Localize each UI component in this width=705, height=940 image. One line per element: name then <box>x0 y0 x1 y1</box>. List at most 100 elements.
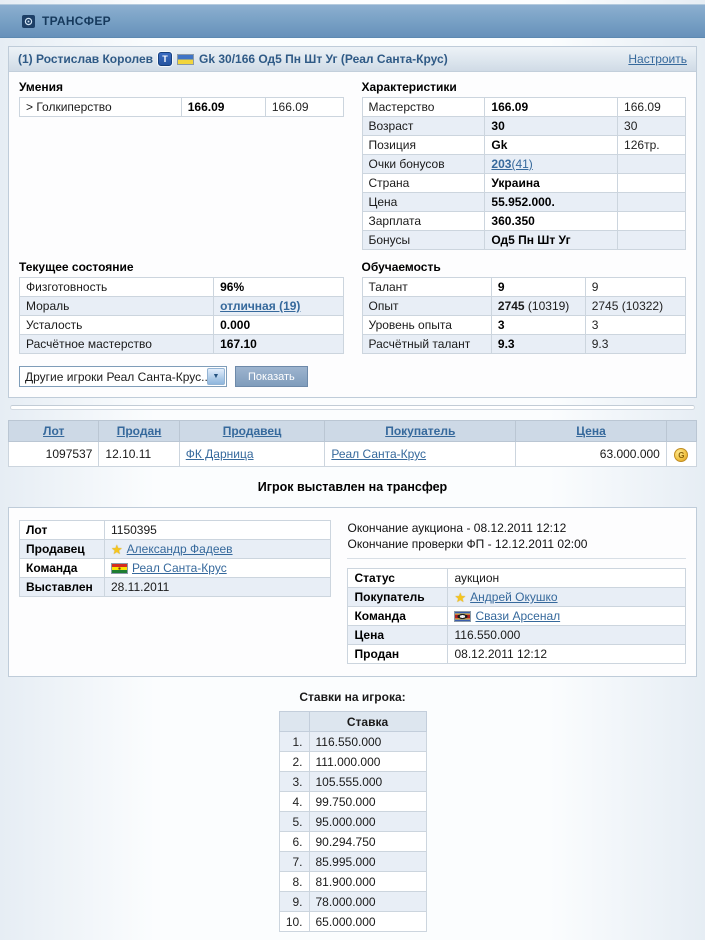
gold-coin-icon: G <box>674 448 688 462</box>
auction-sold-date: 08.12.2011 12:12 <box>448 645 686 664</box>
morale-link[interactable]: отличная (19) <box>220 299 300 313</box>
sort-buyer-link[interactable]: Покупатель <box>385 424 455 438</box>
cell-value2 <box>618 212 686 231</box>
auction-separator <box>347 558 686 559</box>
cell-value: 9.3 <box>491 335 585 354</box>
buyer-cell: ★Андрей Окушко <box>448 588 686 607</box>
cell-label: Талант <box>362 278 491 297</box>
buyer-team-link[interactable]: Свази Арсенал <box>475 609 560 623</box>
table-row: Физготовность 96% <box>20 278 344 297</box>
cell-value: 166.09 <box>485 98 618 117</box>
skills-table: > Голкиперство 166.09 166.09 <box>19 97 344 117</box>
current-state-title: Текущее состояние <box>19 260 344 274</box>
experience-cell: 2745 (10319) <box>491 297 585 316</box>
cell-label: Продавец <box>20 540 105 559</box>
cell-label: Опыт <box>362 297 491 316</box>
sort-sold-link[interactable]: Продан <box>117 424 162 438</box>
show-button[interactable]: Показать <box>235 366 308 387</box>
skills-title: Умения <box>19 80 344 94</box>
sort-price-link[interactable]: Цена <box>576 424 606 438</box>
table-row: Статус аукцион <box>348 569 686 588</box>
cell-label: Бонусы <box>362 231 485 250</box>
transfer-history-table: Лот Продан Продавец Покупатель Цена 1097… <box>8 420 697 467</box>
morale-cell: отличная (19) <box>214 297 343 316</box>
cell-value2: 30 <box>618 117 686 136</box>
cell-label: Уровень опыта <box>362 316 491 335</box>
auction-table: Статус аукцион Покупатель ★Андрей Окушко… <box>347 568 686 664</box>
bid-value: 78.000.000 <box>309 892 426 912</box>
cell-value2: 9.3 <box>585 335 685 354</box>
configure-link[interactable]: Настроить <box>628 52 687 66</box>
bid-rank: 3. <box>279 772 309 792</box>
bid-rank: 1. <box>279 732 309 752</box>
transfer-badge-icon: T <box>158 52 172 66</box>
other-players-row: Другие игроки Реал Санта-Крус... ▼ Показ… <box>19 366 686 387</box>
bid-rank: 4. <box>279 792 309 812</box>
bid-row: 7.85.995.000 <box>279 852 426 872</box>
ukraine-flag-icon <box>177 54 194 65</box>
seller-link[interactable]: ФК Дарница <box>186 447 254 461</box>
fp-check-line: Окончание проверки ФП - 12.12.2011 02:00 <box>347 536 686 552</box>
player-header-bar: (1) Ростислав Королев T Gk 30/166 Од5 Пн… <box>9 47 696 72</box>
cell-value2 <box>618 174 686 193</box>
cell-value: 96% <box>214 278 343 297</box>
table-row: Цена 116.550.000 <box>348 626 686 645</box>
cell-label: Команда <box>348 607 448 626</box>
chevron-down-icon[interactable]: ▼ <box>207 368 225 385</box>
bid-value: 111.000.000 <box>309 752 426 772</box>
sort-lot-link[interactable]: Лот <box>43 424 64 438</box>
table-row: Мораль отличная (19) <box>20 297 344 316</box>
cell-label: Возраст <box>362 117 485 136</box>
seller-manager-link[interactable]: Александр Фадеев <box>127 542 233 556</box>
cell-value2: 9 <box>585 278 685 297</box>
player-panel: (1) Ростислав Королев T Gk 30/166 Од5 Пн… <box>8 46 697 398</box>
auction-end-line: Окончание аукциона - 08.12.2011 12:12 <box>347 520 686 536</box>
seller-team-cell: Реал Санта-Крус <box>105 559 331 578</box>
characteristics-section: Характеристики Мастерство 166.09 166.09 … <box>362 80 687 250</box>
seller-team-link[interactable]: Реал Санта-Крус <box>132 561 227 575</box>
cell-label: Цена <box>348 626 448 645</box>
cell-value: 0.000 <box>214 316 343 335</box>
section-divider <box>10 405 695 410</box>
header-sold: Продан <box>99 421 179 442</box>
cell-label: > Голкиперство <box>20 98 182 117</box>
bids-table: Ставка 1.116.550.000 2.111.000.000 3.105… <box>279 711 427 932</box>
cell-value2: 166.09 <box>618 98 686 117</box>
buyer-manager-link[interactable]: Андрей Окушко <box>470 590 557 604</box>
player-name: (1) Ростислав Королев <box>18 52 153 66</box>
bonus-points-link[interactable]: 203(41) <box>491 157 532 171</box>
current-state-section: Текущее состояние Физготовность 96% Мора… <box>19 260 344 354</box>
auction-price: 116.550.000 <box>448 626 686 645</box>
buyer-link[interactable]: Реал Санта-Крус <box>331 447 426 461</box>
cell-value: 360.350 <box>485 212 618 231</box>
bid-row: 6.90.294.750 <box>279 832 426 852</box>
bid-rank: 9. <box>279 892 309 912</box>
cell-value: 167.10 <box>214 335 343 354</box>
cell-label: Физготовность <box>20 278 214 297</box>
cell-label: Страна <box>362 174 485 193</box>
sort-seller-link[interactable]: Продавец <box>223 424 282 438</box>
history-currency-cell: G <box>666 442 696 467</box>
table-row: Команда Реал Санта-Крус <box>20 559 331 578</box>
bid-value: 65.000.000 <box>309 912 426 932</box>
history-buyer: Реал Санта-Крус <box>325 442 516 467</box>
table-row: Покупатель ★Андрей Окушко <box>348 588 686 607</box>
table-row: Продан 08.12.2011 12:12 <box>348 645 686 664</box>
page-title: ТРАНСФЕР <box>42 14 111 28</box>
listed-date: 28.11.2011 <box>105 578 331 597</box>
bid-value: 105.555.000 <box>309 772 426 792</box>
history-lot: 1097537 <box>9 442 99 467</box>
player-summary: Gk 30/166 Од5 Пн Шт Уг (Реал Санта-Крус) <box>199 52 448 66</box>
history-header-row: Лот Продан Продавец Покупатель Цена <box>9 421 697 442</box>
bid-rank: 5. <box>279 812 309 832</box>
bid-value: 116.550.000 <box>309 732 426 752</box>
cell-value: Украина <box>485 174 618 193</box>
cell-value: 55.952.000. <box>485 193 618 212</box>
other-players-select[interactable]: Другие игроки Реал Санта-Крус... ▼ <box>19 366 227 387</box>
bid-value: 81.900.000 <box>309 872 426 892</box>
table-row: Команда Свази Арсенал <box>348 607 686 626</box>
cell-label: Статус <box>348 569 448 588</box>
table-row: Лот 1150395 <box>20 521 331 540</box>
cell-label: Мастерство <box>362 98 485 117</box>
table-row: Страна Украина <box>362 174 686 193</box>
